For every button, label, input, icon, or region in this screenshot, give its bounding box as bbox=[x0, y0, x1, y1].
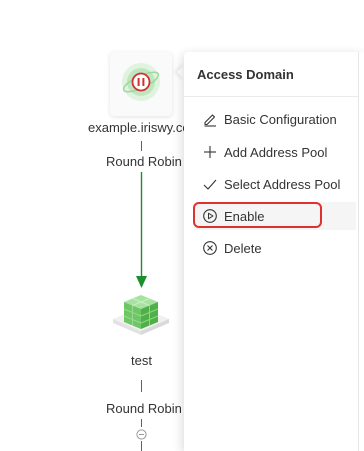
connector-line-3 bbox=[141, 419, 142, 427]
play-circle-icon bbox=[203, 209, 217, 223]
menu-title: Access Domain bbox=[197, 67, 294, 82]
add-address-pool-label: Add Address Pool bbox=[224, 144, 328, 160]
x-circle-icon bbox=[203, 241, 217, 255]
basic-configuration-label: Basic Configuration bbox=[224, 111, 337, 127]
flow-arrow bbox=[136, 172, 147, 288]
add-address-pool-item[interactable]: Add Address Pool bbox=[194, 138, 356, 166]
access-domain-node[interactable] bbox=[110, 52, 172, 116]
scheduling-policy-label: Round Robin bbox=[106, 154, 182, 169]
scheduling-policy-label-2: Round Robin bbox=[106, 401, 182, 416]
edit-icon bbox=[204, 114, 216, 127]
enable-label: Enable bbox=[224, 208, 265, 224]
delete-item[interactable]: Delete bbox=[194, 234, 356, 262]
plus-icon bbox=[204, 146, 216, 158]
address-pool-cube-icon[interactable] bbox=[111, 289, 171, 347]
access-domain-context-menu: Access Domain Basic Configuration Add Ad… bbox=[184, 52, 364, 451]
panel-edge-line bbox=[358, 52, 359, 451]
address-pool-name-label: test bbox=[131, 353, 152, 368]
connector-line bbox=[141, 141, 142, 151]
collapse-icon[interactable] bbox=[136, 429, 147, 440]
menu-divider bbox=[184, 96, 358, 97]
enable-item[interactable]: Enable bbox=[194, 202, 356, 230]
check-icon bbox=[203, 179, 217, 190]
select-address-pool-label: Select Address Pool bbox=[224, 176, 341, 192]
delete-label: Delete bbox=[224, 240, 262, 256]
connector-line-4 bbox=[141, 441, 142, 451]
connector-line-2 bbox=[141, 380, 142, 392]
basic-configuration-item[interactable]: Basic Configuration bbox=[194, 105, 356, 133]
select-address-pool-item[interactable]: Select Address Pool bbox=[194, 170, 356, 198]
globe-paused-icon bbox=[122, 63, 160, 101]
